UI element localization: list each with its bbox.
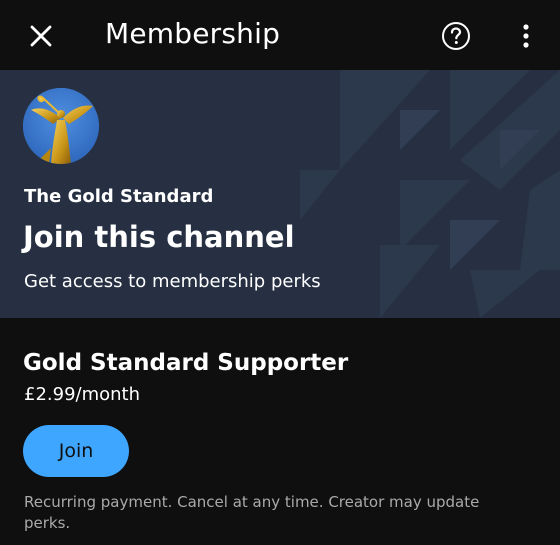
page-title: Membership [105, 17, 281, 50]
membership-screen: Membership The Gold Standard Join this c… [0, 0, 560, 545]
perks-subheading: Get access to membership perks [24, 271, 321, 292]
top-app-bar: Membership [0, 0, 560, 70]
golden-statue-image [23, 88, 99, 164]
channel-name: The Gold Standard [24, 186, 214, 207]
more-options-button[interactable] [512, 20, 540, 52]
payment-disclaimer: Recurring payment. Cancel at any time. C… [24, 493, 480, 532]
more-vert-icon [523, 24, 529, 48]
help-icon [442, 22, 470, 50]
tier-price: £2.99/month [24, 384, 141, 405]
banner-pattern [300, 70, 560, 318]
join-heading: Join this channel [23, 220, 295, 254]
close-button[interactable] [24, 19, 58, 53]
help-button[interactable] [440, 20, 472, 52]
channel-banner: The Gold Standard Join this channel Get … [0, 70, 560, 318]
tier-name: Gold Standard Supporter [23, 350, 349, 376]
close-icon [30, 25, 52, 47]
join-button[interactable]: Join [23, 425, 129, 477]
channel-avatar[interactable] [23, 88, 99, 164]
